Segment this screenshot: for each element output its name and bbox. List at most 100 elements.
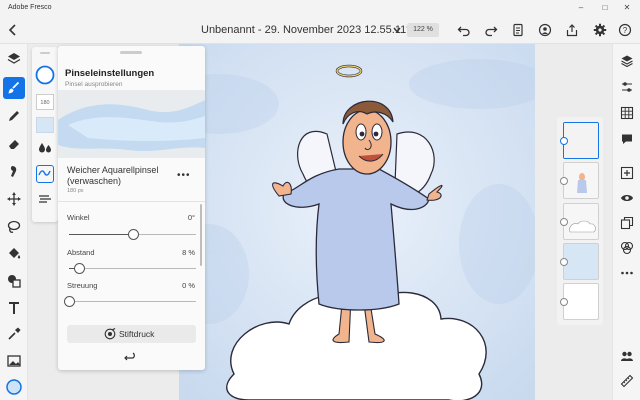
brush-settings-panel: Pinseleinstellungen Pinsel ausprobieren … — [58, 46, 205, 370]
brush-name: Weicher Aquarellpinsel (verwaschen) — [67, 165, 159, 186]
layer-visibility-toggle[interactable] — [560, 137, 568, 145]
smudge-tool[interactable] — [3, 160, 25, 182]
eraser-tool[interactable] — [3, 133, 25, 155]
more-icon — [621, 271, 633, 275]
title-bar: Adobe Fresco – □ ✕ — [0, 0, 640, 16]
duplicate-layer-button[interactable] — [620, 216, 634, 230]
back-button[interactable] — [6, 23, 20, 37]
shapes-tool[interactable] — [3, 270, 25, 292]
lasso-tool[interactable] — [3, 216, 25, 238]
account-button[interactable] — [620, 349, 634, 363]
shapes-icon — [8, 275, 21, 288]
brush-settings-button[interactable] — [35, 65, 55, 85]
brush-strokes-icon — [39, 195, 51, 203]
flow-mode-button[interactable] — [36, 165, 54, 183]
scatter-slider[interactable] — [64, 296, 196, 307]
undo-button[interactable] — [457, 23, 471, 37]
try-brush-link[interactable]: Pinsel ausprobieren — [65, 81, 122, 88]
close-window-button[interactable]: ✕ — [621, 2, 633, 14]
pen-pressure-label: Stiftdruck — [119, 329, 155, 339]
blend-mode-button[interactable] — [620, 241, 634, 255]
layer-thumb[interactable] — [563, 283, 599, 320]
wet-dry-toggle[interactable] — [37, 142, 53, 154]
layers-tool[interactable] — [3, 48, 25, 70]
layer-visibility-toggle[interactable] — [560, 298, 568, 306]
top-toolbar: Unbenannt - 29. November 2023 12.55.11* … — [0, 16, 640, 44]
layer-visibility-toggle[interactable] — [560, 258, 568, 266]
panel-title: Pinseleinstellungen — [65, 68, 155, 79]
pixel-brush-tool[interactable] — [3, 105, 25, 127]
water-drops-icon — [39, 143, 51, 153]
brush-icon — [8, 81, 20, 94]
scatter-value: 0 % — [182, 281, 195, 290]
type-tool[interactable] — [3, 297, 25, 319]
place-image-tool[interactable] — [3, 350, 25, 372]
panel-grip[interactable] — [120, 51, 142, 54]
zoom-level[interactable]: 122 % — [407, 23, 439, 37]
redo-button[interactable] — [484, 23, 498, 37]
move-tool[interactable] — [3, 188, 25, 210]
brush-size-label: 180 px — [67, 188, 84, 194]
fill-tool[interactable] — [3, 243, 25, 265]
share-button[interactable] — [565, 23, 579, 37]
type-icon — [9, 302, 19, 314]
title-dropdown[interactable] — [390, 23, 404, 37]
visibility-button[interactable] — [620, 191, 634, 205]
brush-blend-button[interactable] — [37, 192, 53, 206]
angle-value: 0° — [187, 213, 195, 222]
layer-visibility-toggle[interactable] — [560, 177, 568, 185]
settings-button[interactable] — [593, 23, 607, 37]
document-title[interactable]: Unbenannt - 29. November 2023 12.55.11* — [201, 24, 411, 36]
layer-thumb[interactable] — [563, 243, 599, 280]
slider-handle[interactable] — [74, 263, 85, 274]
brush-size-field[interactable]: 180 — [36, 94, 54, 110]
eye-icon — [621, 195, 633, 201]
angle-label: Winkel — [67, 213, 90, 222]
redo-icon — [485, 26, 498, 37]
layer-thumb[interactable] — [563, 203, 599, 240]
reset-icon — [124, 352, 135, 361]
panel-scrollbar[interactable] — [200, 204, 202, 266]
help-button[interactable]: ? — [618, 23, 632, 37]
more-layer-options-button[interactable] — [620, 266, 634, 280]
document-info-button[interactable] — [511, 23, 525, 37]
color-circle-icon — [6, 379, 22, 395]
pressure-icon — [104, 328, 116, 340]
right-rail — [612, 44, 640, 400]
color-swatch[interactable] — [3, 376, 25, 398]
slider-handle[interactable] — [64, 296, 75, 307]
drawing-canvas[interactable] — [179, 44, 535, 400]
comments-button[interactable] — [620, 132, 634, 146]
brush-stroke-preview — [58, 90, 205, 158]
more-options-button[interactable]: ••• — [177, 170, 191, 181]
grid-button[interactable] — [620, 106, 634, 120]
document-icon — [513, 23, 523, 37]
app-title: Adobe Fresco — [8, 4, 52, 11]
layers-icon — [7, 53, 21, 64]
brush-flow-swatch[interactable] — [36, 117, 54, 133]
layer-properties-button[interactable] — [620, 80, 634, 94]
spacing-slider[interactable] — [69, 263, 196, 274]
layer-thumb[interactable] — [563, 162, 599, 199]
layers-button[interactable] — [620, 54, 634, 68]
ruler-button[interactable] — [620, 374, 634, 388]
pen-pressure-button[interactable]: Stiftdruck — [67, 325, 196, 343]
sliders-icon — [622, 82, 632, 92]
comment-icon — [622, 134, 632, 144]
reset-button[interactable] — [124, 352, 138, 364]
move-icon — [7, 192, 21, 206]
person-live-icon — [538, 23, 552, 37]
add-layer-button[interactable] — [620, 166, 634, 180]
brush-preview[interactable] — [58, 90, 205, 158]
eyedropper-tool[interactable] — [3, 323, 25, 345]
wave-icon — [38, 170, 51, 176]
layer-thumb[interactable] — [563, 122, 599, 159]
angle-slider[interactable] — [69, 229, 196, 240]
live-stream-button[interactable] — [538, 23, 552, 37]
layer-visibility-toggle[interactable] — [560, 218, 568, 226]
maximize-button[interactable]: □ — [599, 2, 611, 14]
paint-bucket-icon — [9, 248, 21, 259]
slider-handle[interactable] — [128, 229, 139, 240]
live-brush-tool[interactable] — [3, 77, 25, 99]
minimize-button[interactable]: – — [575, 2, 587, 14]
